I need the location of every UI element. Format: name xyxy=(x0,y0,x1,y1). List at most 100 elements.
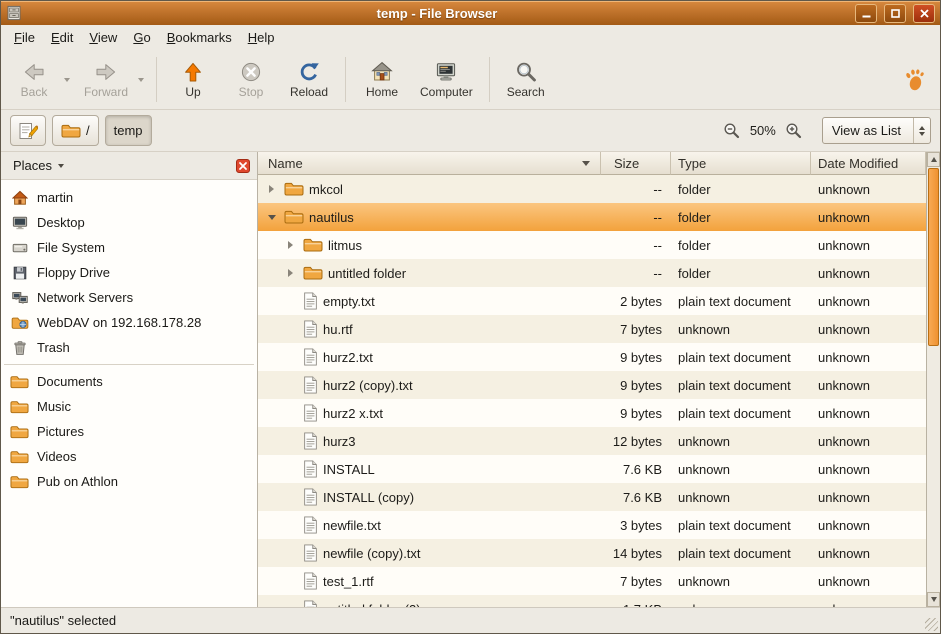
scroll-up-button[interactable] xyxy=(927,152,940,167)
scrollbar-thumb[interactable] xyxy=(928,168,939,346)
stop-icon xyxy=(239,60,263,84)
file-name: newfile (copy).txt xyxy=(323,546,421,561)
file-row-hurz2-txt[interactable]: hurz2.txt9 bytesplain text documentunkno… xyxy=(258,343,926,371)
file-size: 7 bytes xyxy=(601,567,671,595)
zoom-out-button[interactable] xyxy=(720,119,744,143)
menu-help[interactable]: Help xyxy=(240,26,283,49)
file-row-nautilus[interactable]: nautilus--folderunknown xyxy=(258,203,926,231)
column-header-name[interactable]: Name xyxy=(258,152,601,175)
sidebar-item-floppy-drive[interactable]: Floppy Drive xyxy=(1,260,257,285)
file-modified: unknown xyxy=(811,483,926,511)
sidebar-item-file-system[interactable]: File System xyxy=(1,235,257,260)
file-row-mkcol[interactable]: mkcol--folderunknown xyxy=(258,175,926,203)
sidebar-item-trash[interactable]: Trash xyxy=(1,335,257,360)
expander-collapsed-icon[interactable] xyxy=(264,185,279,193)
menu-file[interactable]: File xyxy=(6,26,43,49)
close-button[interactable] xyxy=(913,4,935,23)
expander-collapsed-icon[interactable] xyxy=(283,269,298,277)
sidebar-item-videos[interactable]: Videos xyxy=(1,444,257,469)
scrollbar-track[interactable] xyxy=(927,167,940,592)
sidebar-item-label: Trash xyxy=(37,340,70,355)
file-type: folder xyxy=(671,203,811,231)
text-file-icon xyxy=(303,348,318,366)
menu-edit[interactable]: Edit xyxy=(43,26,81,49)
back-button: Back xyxy=(5,52,63,107)
file-modified: unknown xyxy=(811,175,926,203)
file-row-untitled-folder[interactable]: untitled folder--folderunknown xyxy=(258,259,926,287)
file-size: -- xyxy=(601,231,671,259)
back-label: Back xyxy=(21,85,48,99)
file-type: unknown xyxy=(671,567,811,595)
sidebar-item-network-servers[interactable]: Network Servers xyxy=(1,285,257,310)
zoom-in-button[interactable] xyxy=(782,119,806,143)
edit-location-button[interactable] xyxy=(10,115,46,146)
menu-view[interactable]: View xyxy=(81,26,125,49)
file-row-hurz2-x-txt[interactable]: hurz2 x.txt9 bytesplain text documentunk… xyxy=(258,399,926,427)
sidebar-item-pictures[interactable]: Pictures xyxy=(1,419,257,444)
text-file-icon xyxy=(303,432,318,450)
computer-button[interactable]: Computer xyxy=(411,52,482,107)
file-name: hurz2 x.txt xyxy=(323,406,383,421)
file-row-install[interactable]: INSTALL7.6 KBunknownunknown xyxy=(258,455,926,483)
view-mode-select[interactable]: View as List xyxy=(822,117,931,144)
reload-button[interactable]: Reload xyxy=(280,52,338,107)
sidebar-close-button[interactable] xyxy=(236,159,250,173)
column-header-type[interactable]: Type xyxy=(671,152,811,175)
sidebar-item-webdav-on-192-168-178-28[interactable]: WebDAV on 192.168.178.28 xyxy=(1,310,257,335)
sidebar-item-martin[interactable]: martin xyxy=(1,185,257,210)
sidebar-item-pub-on-athlon[interactable]: Pub on Athlon xyxy=(1,469,257,494)
places-sidebar: Places martinDesktopFile SystemFloppy Dr… xyxy=(1,152,258,607)
back-icon xyxy=(22,60,46,84)
file-row-newfile-copy-txt[interactable]: newfile (copy).txt14 bytesplain text doc… xyxy=(258,539,926,567)
forward-button: Forward xyxy=(75,52,137,107)
file-row-hurz3[interactable]: hurz312 bytesunknownunknown xyxy=(258,427,926,455)
sort-indicator-icon xyxy=(582,161,590,166)
path-button-root[interactable]: / xyxy=(52,115,99,146)
file-row-test-1-rtf[interactable]: test_1.rtf7 bytesunknownunknown xyxy=(258,567,926,595)
home-button-group: Home xyxy=(353,52,411,107)
up-button-group: Up xyxy=(164,52,222,107)
search-button[interactable]: Search xyxy=(497,52,555,107)
menu-go[interactable]: Go xyxy=(125,26,158,49)
text-file-icon xyxy=(303,320,318,338)
expander-collapsed-icon[interactable] xyxy=(283,241,298,249)
expander-expanded-icon[interactable] xyxy=(264,215,279,220)
column-header-size[interactable]: Size xyxy=(601,152,671,175)
path-button-temp[interactable]: temp xyxy=(105,115,152,146)
sidebar-item-documents[interactable]: Documents xyxy=(1,369,257,394)
file-modified: unknown xyxy=(811,259,926,287)
file-modified: unknown xyxy=(811,511,926,539)
minimize-button[interactable] xyxy=(855,4,877,23)
name-cell: hurz2 x.txt xyxy=(258,399,601,427)
resize-grip[interactable] xyxy=(925,618,938,631)
file-row-litmus[interactable]: litmus--folderunknown xyxy=(258,231,926,259)
file-row-install-copy[interactable]: INSTALL (copy)7.6 KBunknownunknown xyxy=(258,483,926,511)
window-title: temp - File Browser xyxy=(26,6,848,21)
name-cell: untitled folder (2) xyxy=(258,595,601,607)
titlebar[interactable]: temp - File Browser xyxy=(1,1,940,25)
home-button[interactable]: Home xyxy=(353,52,411,107)
file-type: plain text document xyxy=(671,287,811,315)
maximize-button[interactable] xyxy=(884,4,906,23)
file-name: empty.txt xyxy=(323,294,375,309)
toolbar-separator xyxy=(345,57,346,102)
file-row-hu-rtf[interactable]: hu.rtf7 bytesunknownunknown xyxy=(258,315,926,343)
close-icon xyxy=(236,159,250,173)
file-type: folder xyxy=(671,259,811,287)
column-header-date-modified[interactable]: Date Modified xyxy=(811,152,926,175)
menu-bookmarks[interactable]: Bookmarks xyxy=(159,26,240,49)
text-file-icon xyxy=(303,460,318,478)
search-label: Search xyxy=(507,85,545,99)
sidebar-item-desktop[interactable]: Desktop xyxy=(1,210,257,235)
dropdown-arrow-icon xyxy=(137,52,149,107)
scroll-down-button[interactable] xyxy=(927,592,940,607)
file-row-hurz2-copy-txt[interactable]: hurz2 (copy).txt9 bytesplain text docume… xyxy=(258,371,926,399)
edit-location-icon xyxy=(18,121,38,141)
places-selector[interactable]: Places xyxy=(8,156,69,175)
sidebar-item-music[interactable]: Music xyxy=(1,394,257,419)
file-row-newfile-txt[interactable]: newfile.txt3 bytesplain text documentunk… xyxy=(258,511,926,539)
file-row-empty-txt[interactable]: empty.txt2 bytesplain text documentunkno… xyxy=(258,287,926,315)
up-button[interactable]: Up xyxy=(164,52,222,107)
name-cell: hu.rtf xyxy=(258,315,601,343)
file-row-untitled-folder-2[interactable]: untitled folder (2)1.7 KBunknownunknown xyxy=(258,595,926,607)
